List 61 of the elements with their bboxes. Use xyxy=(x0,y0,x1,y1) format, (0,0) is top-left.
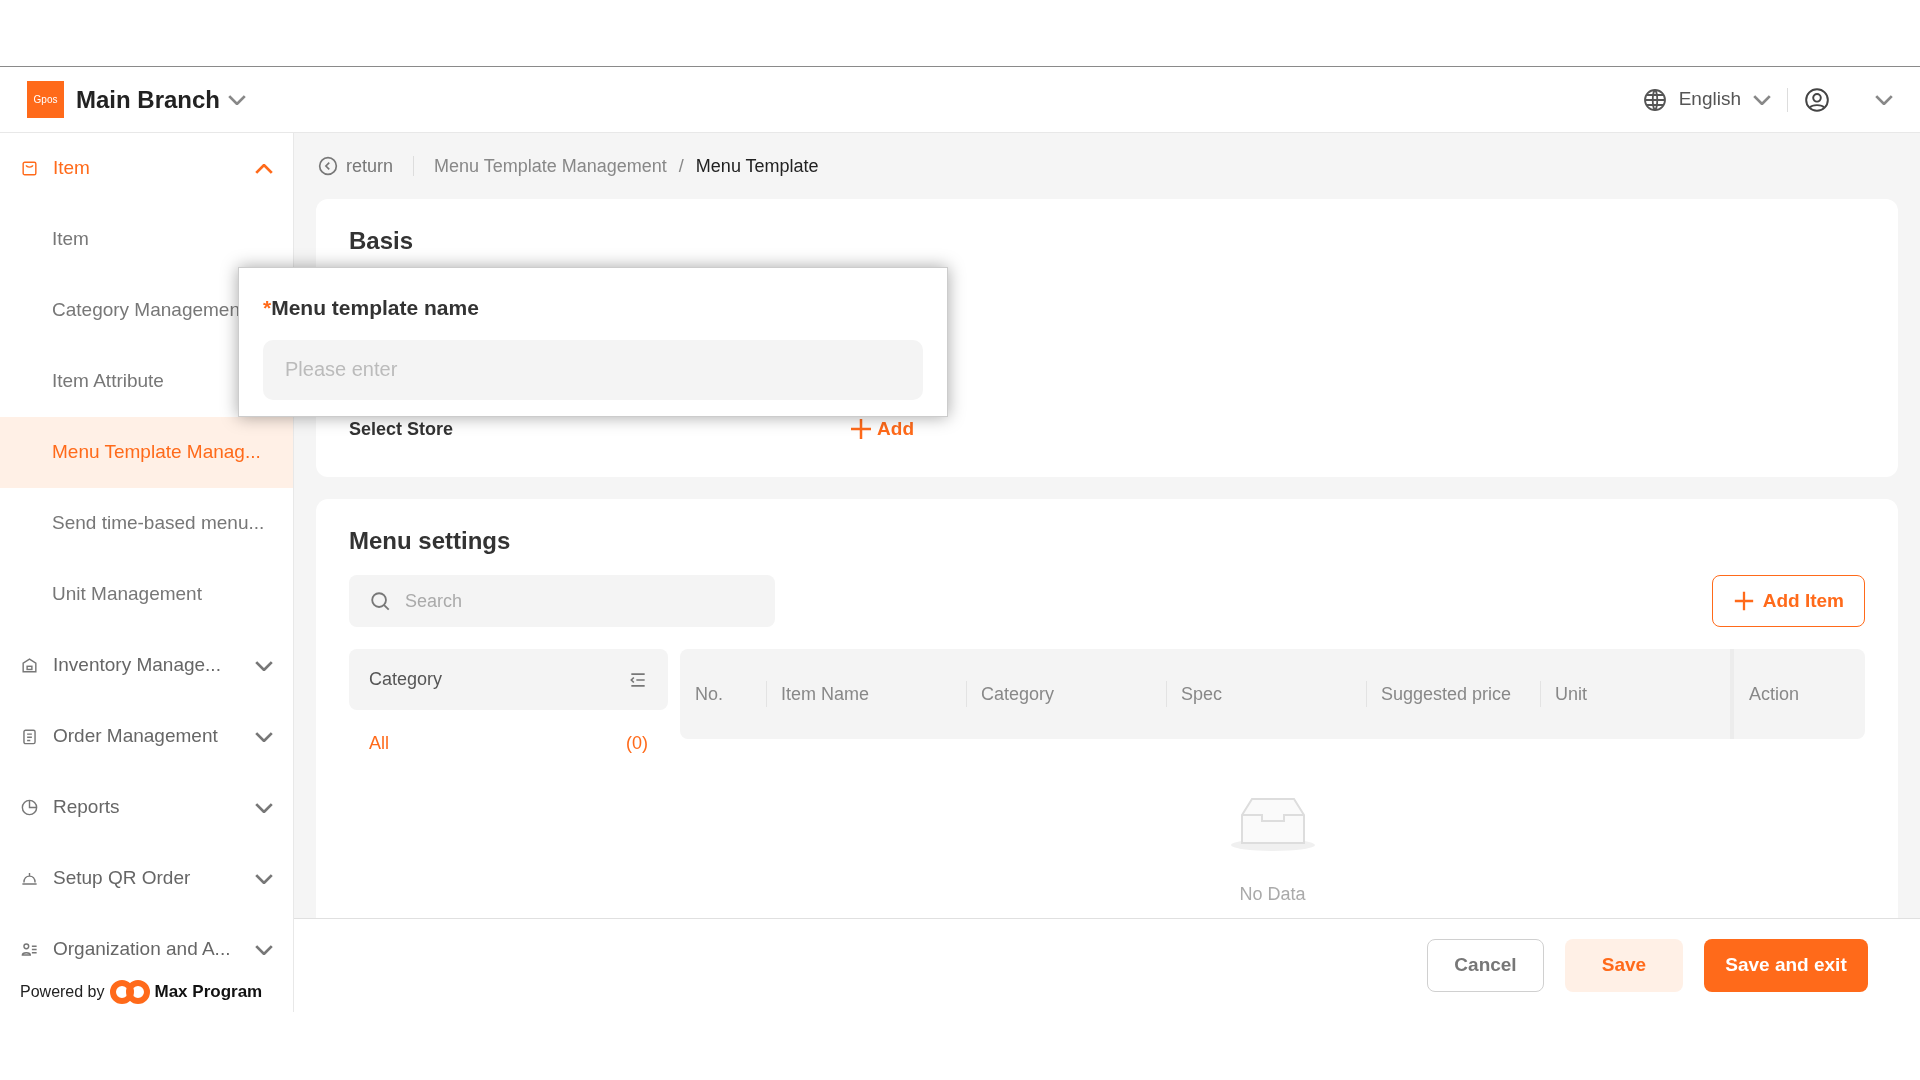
empty-text: No Data xyxy=(1239,883,1306,906)
cancel-button[interactable]: Cancel xyxy=(1427,939,1544,992)
column-header: Category xyxy=(981,682,1055,706)
plus-icon xyxy=(1732,590,1755,612)
column-header: Spec xyxy=(1181,682,1223,706)
powered-by-text: Powered by xyxy=(20,982,105,1002)
save-and-exit-button[interactable]: Save and exit xyxy=(1704,939,1868,992)
column-header: No. xyxy=(695,682,723,706)
save-button[interactable]: Save xyxy=(1565,939,1683,992)
column-header: Action xyxy=(1749,682,1800,706)
field-label: Select Store xyxy=(349,417,454,441)
section-title: Menu settings xyxy=(349,526,512,556)
sidebar-item[interactable]: Send time-based menu... xyxy=(0,488,293,559)
column-header: Item Name xyxy=(781,682,870,706)
search-icon xyxy=(369,590,391,612)
column-header: Unit xyxy=(1555,682,1587,706)
breadcrumb-link[interactable]: Menu Template Management xyxy=(434,152,667,180)
chevron-down-icon[interactable] xyxy=(1753,94,1771,105)
chevron-down-icon[interactable] xyxy=(228,94,247,105)
globe-icon[interactable] xyxy=(1642,87,1667,112)
sidebar-group[interactable]: Organization and A... xyxy=(0,914,293,972)
sidebar-group[interactable]: Inventory Manage... xyxy=(0,630,293,701)
brand-name: Max Program xyxy=(154,981,263,1004)
sidebar-item[interactable]: Unit Management xyxy=(0,559,293,630)
clipboard-icon xyxy=(20,727,39,746)
breadcrumb-link[interactable]: Menu Template xyxy=(695,152,819,180)
people-icon xyxy=(20,940,39,959)
sidebar-item[interactable]: Menu Template Manag... xyxy=(0,417,293,488)
sidebar-group[interactable]: Setup QR Order xyxy=(0,843,293,914)
back-icon[interactable] xyxy=(318,156,338,176)
breadcrumb-separator: / xyxy=(678,154,684,178)
column-header: Suggested price xyxy=(1381,682,1512,706)
store-icon xyxy=(20,656,39,675)
name-input[interactable]: Please enter xyxy=(263,339,923,400)
branch-name[interactable]: Main Branch xyxy=(76,81,221,118)
search-field[interactable]: Search xyxy=(349,575,775,627)
category-row[interactable]: All (0) xyxy=(349,710,668,776)
pie-chart-icon xyxy=(20,798,39,817)
chevron-down-icon xyxy=(255,802,273,813)
chevron-down-icon xyxy=(255,660,273,671)
add-store-button[interactable]: Add xyxy=(849,415,914,444)
chevron-down-icon xyxy=(255,944,273,955)
chevron-up-icon xyxy=(255,163,273,174)
chevron-down-icon xyxy=(255,731,273,742)
language-selector[interactable]: English xyxy=(1678,85,1741,114)
field-label: *Menu template name xyxy=(263,295,480,321)
return-link[interactable]: return xyxy=(346,152,394,180)
brand-logo-icon xyxy=(108,979,151,1005)
add-item-button[interactable]: Add Item xyxy=(1711,575,1865,627)
bag-icon xyxy=(20,159,39,178)
sidebar-group[interactable]: Item xyxy=(0,133,293,204)
sidebar-group[interactable]: Order Management xyxy=(0,701,293,772)
section-title: Basis xyxy=(349,226,415,256)
sidebar-item[interactable]: Item xyxy=(0,204,293,275)
chevron-down-icon[interactable] xyxy=(1875,94,1893,105)
sidebar-group[interactable]: Reports xyxy=(0,772,293,843)
user-icon[interactable] xyxy=(1804,86,1830,113)
panel-title: Category xyxy=(369,668,443,691)
plus-icon xyxy=(849,417,874,442)
chevron-down-icon xyxy=(255,873,273,884)
logo: Gpos xyxy=(27,81,64,118)
